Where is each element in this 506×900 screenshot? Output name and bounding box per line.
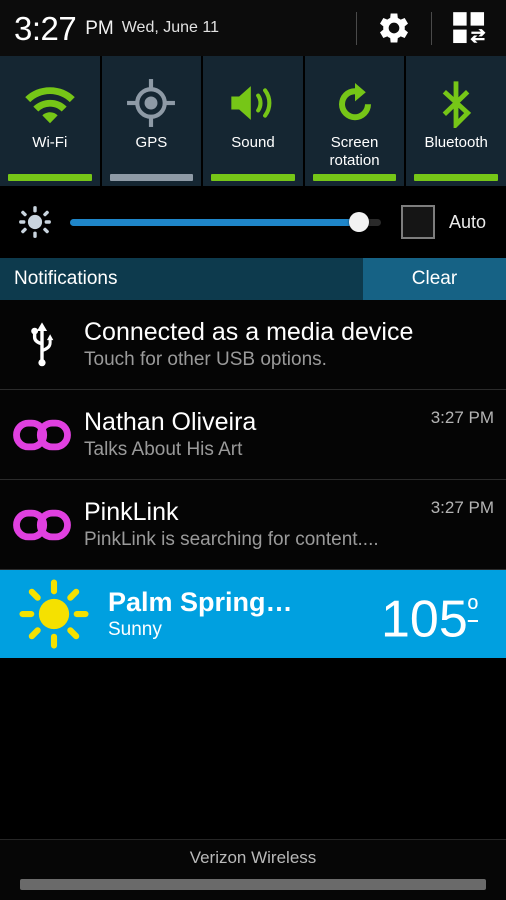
toggle-wifi-icon-wrap: [23, 72, 77, 134]
usb-icon: [31, 321, 54, 366]
toggle-sound[interactable]: Sound: [203, 56, 305, 186]
weather-icon-wrap: [0, 579, 108, 649]
wifi-icon: [25, 87, 75, 124]
toggle-bluetooth[interactable]: Bluetooth: [406, 56, 506, 186]
notification-weather[interactable]: Palm Spring… Sunny 105º: [0, 570, 506, 658]
weather-degree-symbol: º: [467, 592, 478, 624]
toggle-screen-rotation-label-line1: Screen: [330, 134, 379, 151]
notification-nathan-oliveira[interactable]: Nathan Oliveira Talks About His Art 3:27…: [0, 390, 506, 480]
quick-settings-toggles: Wi-Fi GPS Sound Screen rotation Bluetoot…: [0, 56, 506, 186]
toggle-wifi[interactable]: Wi-Fi: [0, 56, 102, 186]
toggle-gps-indicator: [109, 174, 194, 181]
gear-icon: [380, 13, 408, 43]
notification-usb[interactable]: Connected as a media device Touch for ot…: [0, 300, 506, 390]
empty-shade-area: [0, 658, 506, 848]
notification-usb-title: Connected as a media device: [84, 317, 414, 346]
bluetooth-icon: [442, 81, 472, 128]
weather-temperature-value: 105: [381, 590, 468, 649]
shade-footer: Verizon Wireless: [0, 839, 506, 900]
toggle-bluetooth-icon-wrap: [434, 72, 478, 134]
weather-text: Palm Spring… Sunny: [108, 586, 381, 642]
brightness-icon: [19, 206, 51, 238]
notification-pinklink[interactable]: PinkLink PinkLink is searching for conte…: [0, 480, 506, 570]
toggle-screen-rotation-icon-wrap: [331, 72, 379, 134]
link-icon: [13, 509, 71, 540]
notification-nathan-time: 3:27 PM: [430, 408, 494, 427]
notification-pinklink-icon-wrap: [0, 508, 84, 542]
notification-list: Connected as a media device Touch for ot…: [0, 300, 506, 658]
toggle-sound-icon-wrap: [227, 72, 279, 134]
toggle-screen-rotation-indicator: [312, 174, 397, 181]
notification-nathan-icon-wrap: [0, 418, 84, 452]
brightness-slider-thumb[interactable]: [349, 212, 370, 232]
multi-window-icon: [453, 12, 486, 44]
gps-icon: [127, 79, 176, 127]
toggle-bluetooth-label: Bluetooth: [424, 134, 488, 151]
clock-ampm: PM: [85, 17, 114, 39]
status-bar: 3:27 PM Wed, June 11: [0, 0, 506, 56]
toggle-screen-rotation[interactable]: Screen rotation: [304, 56, 407, 186]
settings-button[interactable]: [357, 0, 431, 56]
toggle-wifi-label: Wi-Fi: [32, 134, 68, 151]
brightness-row: Auto: [0, 186, 506, 258]
weather-temperature: 105º: [381, 581, 496, 647]
status-bar-actions: [356, 0, 506, 56]
toggle-sound-label: Sound: [231, 134, 275, 151]
notification-usb-subtitle: Touch for other USB options.: [84, 348, 327, 370]
clock-time: 3:27: [14, 9, 77, 47]
notification-pinklink-subtitle: PinkLink is searching for content....: [84, 528, 379, 550]
quick-panel-button[interactable]: [432, 0, 506, 56]
notification-usb-icon-wrap: [0, 321, 84, 368]
shade-drag-handle[interactable]: [20, 879, 486, 890]
clear-notifications-button[interactable]: Clear: [363, 258, 506, 300]
notifications-title: Notifications: [0, 258, 363, 300]
carrier-label: Verizon Wireless: [189, 848, 317, 867]
weather-condition: Sunny: [108, 619, 162, 640]
notifications-header: Notifications Clear: [0, 258, 506, 300]
toggle-gps-label: GPS: [135, 134, 168, 151]
clock-date: Wed, June 11: [121, 19, 219, 36]
toggle-screen-rotation-label: Screen rotation: [328, 134, 382, 170]
toggle-wifi-indicator: [8, 174, 92, 181]
notification-usb-text: Connected as a media device Touch for ot…: [84, 317, 506, 373]
brightness-slider-fill: [70, 218, 360, 226]
toggle-bluetooth-indicator: [414, 174, 498, 181]
notification-shade: 3:27 PM Wed, June 11 Wi-Fi GPS Sound Scr…: [0, 0, 506, 900]
toggle-sound-indicator: [211, 174, 295, 181]
screen-rotation-icon: [338, 83, 371, 121]
brightness-slider[interactable]: [70, 207, 381, 237]
link-icon: [13, 419, 71, 450]
toggle-screen-rotation-label-line2: rotation: [329, 152, 380, 169]
notification-nathan-subtitle: Talks About His Art: [84, 438, 243, 460]
sound-icon: [231, 86, 272, 120]
sun-icon: [19, 579, 89, 649]
notification-pinklink-time: 3:27 PM: [430, 498, 494, 517]
toggle-gps-icon-wrap: [126, 72, 176, 134]
weather-city: Palm Spring…: [108, 587, 293, 617]
toggle-gps[interactable]: GPS: [101, 56, 204, 186]
auto-brightness-checkbox[interactable]: [400, 205, 435, 239]
auto-brightness-label: Auto: [448, 211, 486, 232]
